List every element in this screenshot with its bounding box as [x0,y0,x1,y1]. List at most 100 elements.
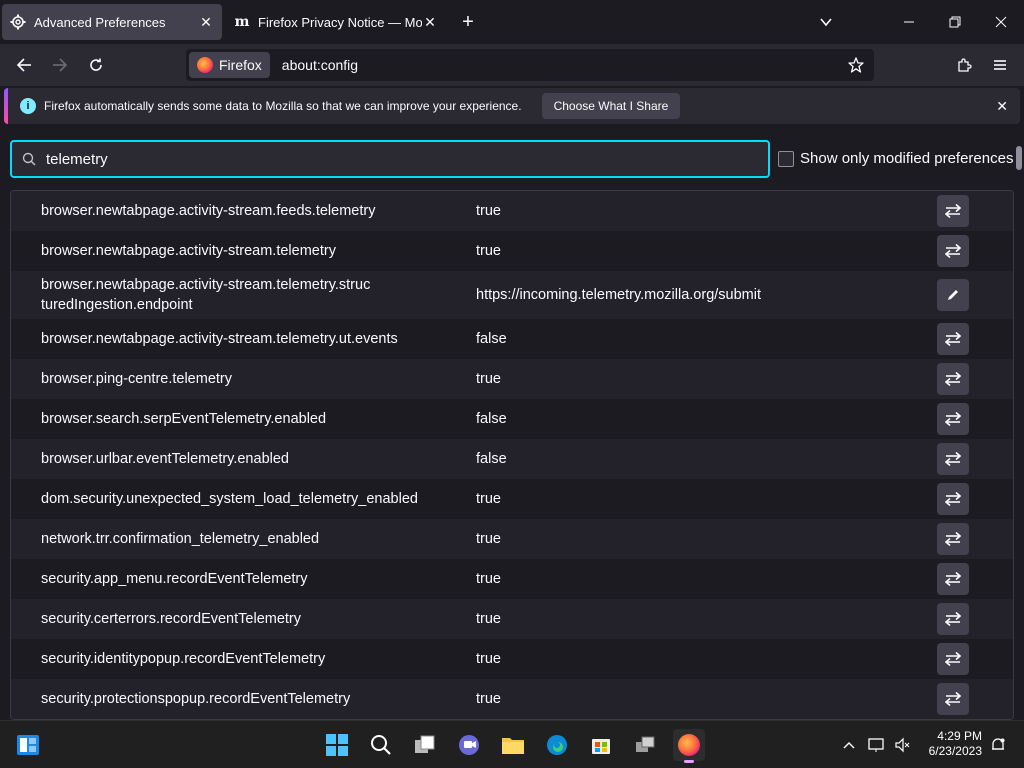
preference-row[interactable]: browser.urlbar.eventTelemetry.enabled fal… [11,439,1013,479]
identity-box[interactable]: Firefox [189,52,270,78]
preference-row[interactable]: security.identitypopup.recordEventTeleme… [11,639,1013,679]
minimize-button[interactable] [886,0,932,44]
toggle-preference-button[interactable] [937,563,969,595]
toggle-preference-button[interactable] [937,523,969,555]
task-view-icon[interactable] [409,729,441,761]
tab-advanced-preferences[interactable]: Advanced Preferences ✕ [2,4,222,40]
clock-time: 4:29 PM [937,729,982,743]
info-icon: i [20,98,36,114]
preference-row[interactable]: security.app_menu.recordEventTelemetry tr… [11,559,1013,599]
notification-center-icon[interactable] [986,733,1010,757]
network-status-icon[interactable] [864,733,888,757]
preference-name: dom.security.unexpected_system_load_tele… [41,491,418,507]
choose-what-i-share-button[interactable]: Choose What I Share [541,93,681,119]
show-modified-label: Show only modified preferences [800,150,1014,167]
file-explorer-icon[interactable] [497,729,529,761]
toggle-preference-button[interactable] [937,483,969,515]
preference-value: true [476,203,501,219]
show-modified-checkbox[interactable] [778,150,794,167]
network-app-icon[interactable] [629,729,661,761]
hamburger-menu-icon [994,60,1006,70]
data-collection-notification: i Firefox automatically sends some data … [4,88,1020,124]
toggle-arrows-icon [945,412,961,426]
clock-date: 6/23/2023 [928,744,982,758]
firefox-taskbar-icon[interactable] [673,729,705,763]
chat-icon[interactable] [453,729,485,761]
close-window-button[interactable] [978,0,1024,44]
preference-value: false [476,411,507,427]
search-value: telemetry [46,150,108,168]
preference-name: security.identitypopup.recordEventTeleme… [41,651,326,667]
tab-title: Advanced Preferences [34,14,166,30]
edit-preference-button[interactable] [937,279,969,311]
show-hidden-icons-icon[interactable] [837,733,861,757]
preference-row[interactable]: browser.newtabpage.activity-stream.telem… [11,271,1013,319]
toggle-preference-button[interactable] [937,235,969,267]
preference-name: network.trr.confirmation_telemetry_enabl… [41,531,320,547]
gear-icon [10,14,26,30]
close-notification-icon[interactable]: ✕ [996,98,1008,115]
toggle-preference-button[interactable] [937,603,969,635]
volume-muted-icon[interactable] [890,733,914,757]
preference-row[interactable]: security.certerrors.recordEventTelemetry… [11,599,1013,639]
preference-row[interactable]: browser.newtabpage.activity-stream.telem… [11,319,1013,359]
preference-row[interactable]: browser.newtabpage.activity-stream.telem… [11,231,1013,271]
search-icon [20,150,38,168]
preference-name: browser.newtabpage.activity-stream.telem… [41,243,336,259]
tab-firefox-privacy-notice[interactable]: m Firefox Privacy Notice — Mozilla ✕ [226,4,446,40]
back-arrow-icon [16,58,31,72]
microsoft-store-icon[interactable] [585,729,617,761]
back-button[interactable] [10,51,38,79]
preference-row[interactable]: browser.ping-centre.telemetry true [11,359,1013,399]
pencil-icon [946,288,960,302]
url-text[interactable]: about:config [282,57,842,73]
toggle-preference-button[interactable] [937,443,969,475]
toggle-preference-button[interactable] [937,403,969,435]
toggle-arrows-icon [945,244,961,258]
preference-row[interactable]: browser.newtabpage.activity-stream.feeds… [11,191,1013,231]
close-tab-icon[interactable]: ✕ [198,14,214,30]
list-all-tabs-button[interactable] [814,10,838,34]
toggle-arrows-icon [945,332,961,346]
preference-name: browser.ping-centre.telemetry [41,371,232,387]
new-tab-button[interactable]: + [456,10,480,34]
search-icon[interactable] [365,729,397,761]
preference-search-input[interactable]: telemetry [10,140,770,178]
navigation-toolbar: Firefox about:config [0,44,1024,86]
preference-value: true [476,611,501,627]
puzzle-piece-icon [958,58,972,72]
extensions-button[interactable] [950,51,978,79]
system-clock[interactable]: 4:29 PM 6/23/2023 [914,729,982,759]
preference-value: https://incoming.telemetry.mozilla.org/s… [476,287,762,303]
toggle-preference-button[interactable] [937,363,969,395]
preference-name: browser.newtabpage.activity-stream.telem… [41,277,371,313]
toggle-arrows-icon [945,612,961,626]
toggle-preference-button[interactable] [937,643,969,675]
tab-title: Firefox Privacy Notice — Mozilla [258,14,422,30]
reload-button[interactable] [82,51,110,79]
start-menu-icon[interactable] [321,729,353,761]
close-tab-icon[interactable]: ✕ [422,14,438,30]
toggle-preference-button[interactable] [937,683,969,715]
toggle-arrows-icon [945,492,961,506]
app-menu-button[interactable] [986,51,1014,79]
show-modified-toggle[interactable]: Show only modified preferences [778,150,1013,167]
firefox-logo-icon [197,57,213,73]
scrollbar-thumb[interactable] [1016,146,1022,170]
preference-name: browser.urlbar.eventTelemetry.enabled [41,451,289,467]
widgets-icon[interactable] [12,729,44,761]
preference-row[interactable]: dom.security.unexpected_system_load_tele… [11,479,1013,519]
forward-button[interactable] [46,51,74,79]
url-bar[interactable]: Firefox about:config [186,49,874,81]
preference-row[interactable]: browser.search.serpEventTelemetry.enable… [11,399,1013,439]
preference-row[interactable]: network.trr.confirmation_telemetry_enabl… [11,519,1013,559]
restore-button[interactable] [932,0,978,44]
bookmark-star-icon[interactable] [842,51,870,79]
toggle-arrows-icon [945,652,961,666]
edge-browser-icon[interactable] [541,729,573,761]
toggle-preference-button[interactable] [937,323,969,355]
preference-row[interactable]: security.protectionspopup.recordEventTel… [11,679,1013,719]
about-config-page: telemetry Show only modified preferences… [0,128,1024,720]
toggle-preference-button[interactable] [937,195,969,227]
preference-value: true [476,571,501,587]
